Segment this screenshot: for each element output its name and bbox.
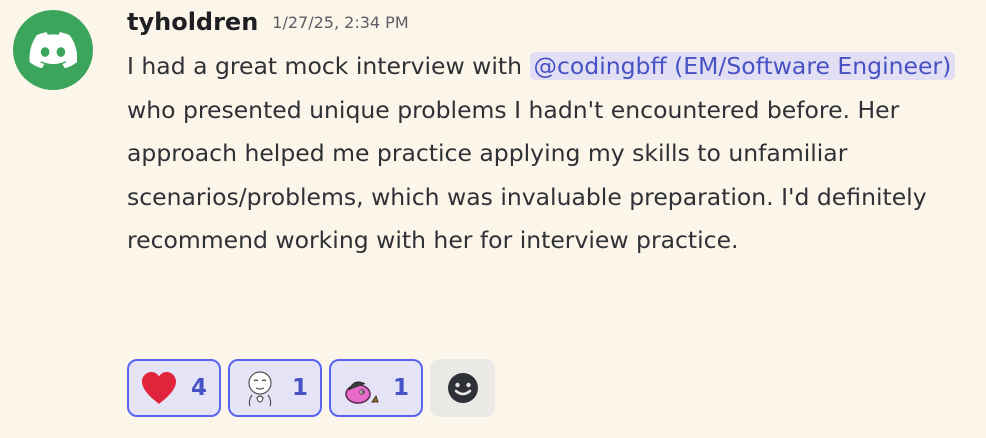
thinking-face-sketch-icon [240,368,280,408]
reaction-count: 1 [393,375,410,401]
add-reaction-button[interactable] [430,359,496,417]
message-text-end: who presented unique problems I hadn't e… [127,95,927,255]
avatar[interactable] [13,10,93,90]
message-text-start: I had a great mock interview with [127,52,530,80]
pink-creature-emoji-icon [341,368,381,408]
message-content: I had a great mock interview with @codin… [127,45,975,263]
reaction-heart[interactable]: 4 [127,359,222,417]
discord-logo-icon [29,32,77,68]
reaction-count: 1 [292,375,309,401]
reaction-count: 4 [191,375,208,401]
username[interactable]: tyholdren [127,8,258,36]
reaction-pink-creature[interactable]: 1 [329,359,424,417]
add-reaction-smiley-icon [447,373,478,403]
reactions-bar: 4 1 1 [127,359,496,417]
user-mention[interactable]: @codingbff (EM/Software Engineer) [529,52,956,80]
message-header: tyholdren 1/27/25, 2:34 PM [127,8,409,36]
reaction-thinking-face[interactable]: 1 [228,359,323,417]
timestamp[interactable]: 1/27/25, 2:34 PM [272,13,408,32]
heart-icon [139,368,179,408]
